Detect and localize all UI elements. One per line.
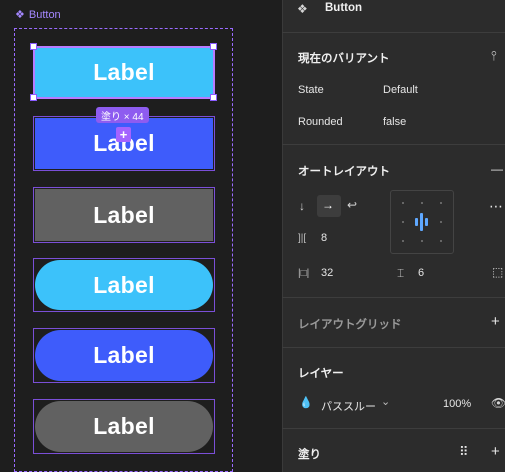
component-set-title[interactable]: ❖ Button [15,8,61,22]
align-dot[interactable] [440,221,442,223]
design-canvas[interactable]: ❖ Button Label Label Label Label Label L… [0,0,282,472]
resize-handle-top-left[interactable] [30,43,37,50]
align-dot[interactable] [421,202,423,204]
layer-opacity-input[interactable]: 100% [443,398,471,410]
remove-auto-layout-button[interactable]: — [491,162,503,176]
align-dot[interactable] [402,240,404,242]
divider [282,347,505,348]
align-dot[interactable] [402,202,404,204]
auto-layout-title: オートレイアウト [298,166,390,178]
center-align-indicator [420,213,423,231]
divider [282,144,505,145]
button-label: Label [93,413,155,439]
component-set-name: Button [28,8,61,21]
wrap-icon[interactable]: ↩ [347,199,357,211]
button-variant-6[interactable]: Label [35,401,213,452]
component-set-icon: ❖ [15,9,25,21]
resize-handle-bottom-right[interactable] [210,94,217,101]
add-layout-grid-button[interactable]: + [491,313,500,330]
layout-grid-title: レイアウトグリッド [298,319,402,331]
property-name-state: State [298,84,324,96]
vertical-padding-icon: ⌶ [397,266,405,280]
button-label: Label [93,342,155,368]
panel-title: Button [325,2,363,14]
align-dot[interactable] [440,202,442,204]
vertical-direction-icon[interactable]: ↓ [299,200,305,212]
horizontal-padding-input[interactable]: 32 [321,267,333,279]
component-icon: ❖ [297,2,308,16]
fill-styles-icon[interactable]: ⠿ [459,444,469,460]
button-label: Label [93,201,155,228]
align-dot[interactable] [421,240,423,242]
current-variant-title: 現在のバリアント [298,53,390,65]
visibility-eye-icon[interactable]: 👁 [491,397,505,409]
layer-title: レイヤー [298,368,344,380]
divider [282,297,505,298]
spacing-input[interactable]: 8 [321,232,327,244]
resize-handle-bottom-left[interactable] [30,94,37,101]
selection-outline [33,46,215,99]
button-variant-2[interactable]: Label [35,118,213,169]
spacing-icon: ]|[ [298,233,307,244]
button-variant-5[interactable]: Label [35,330,213,381]
horizontal-padding-icon: |□| [298,268,310,279]
divider [282,32,505,33]
button-variant-3[interactable]: Label [35,189,213,241]
divider [282,428,505,429]
independent-padding-icon[interactable]: ⬚ [492,266,503,278]
center-align-indicator [425,218,428,226]
blend-mode-select[interactable]: パススルー [321,398,376,414]
add-variant-button[interactable]: + [116,127,131,142]
alignment-grid[interactable] [390,190,454,254]
button-label: Label [93,271,155,298]
variant-properties-icon[interactable]: ⫯ [491,49,497,62]
resize-handle-top-right[interactable] [210,43,217,50]
fill-count-badge: 塗り × 44 [96,107,149,123]
fill-title: 塗り [298,449,321,461]
align-dot[interactable] [402,221,404,223]
property-name-rounded: Rounded [298,116,343,128]
more-options-icon[interactable]: ⋯ [489,198,503,215]
align-dot[interactable] [440,240,442,242]
button-variant-4[interactable]: Label [35,260,213,310]
vertical-padding-input[interactable]: 6 [418,267,424,279]
property-value-state[interactable]: Default [383,84,418,96]
horizontal-direction-button[interactable]: → [317,195,341,217]
chevron-down-icon[interactable]: ⌄ [381,395,390,408]
right-arrow-icon: → [322,198,334,212]
property-value-rounded[interactable]: false [383,116,406,128]
center-align-indicator [415,218,418,226]
add-fill-button[interactable]: + [491,443,500,460]
blend-mode-drop-icon: 💧 [299,397,313,409]
